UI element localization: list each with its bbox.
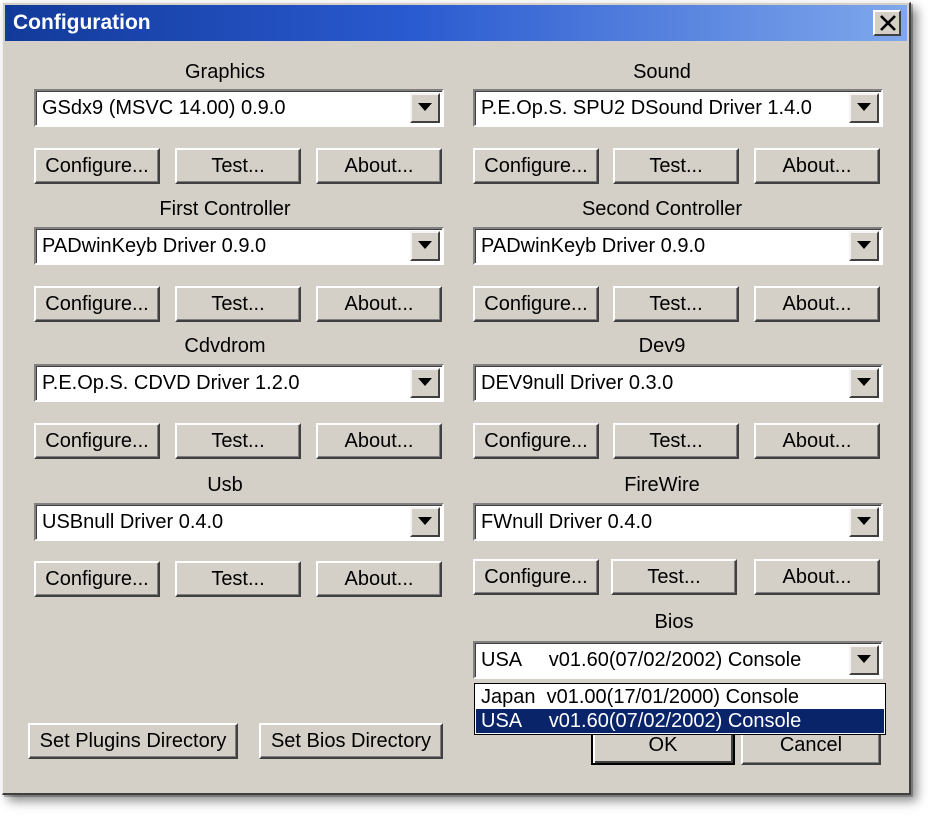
chevron-down-icon [418,103,432,111]
chevron-down-icon [857,103,871,111]
window-title: Configuration [13,11,151,34]
dev9-value: DEV9null Driver 0.3.0 [481,372,674,394]
usb-test-button[interactable]: Test... [175,561,301,597]
second-controller-about-button[interactable]: About... [754,286,880,322]
firewire-configure-button[interactable]: Configure... [473,559,599,595]
dev9-about-button[interactable]: About... [754,423,880,459]
sound-value: P.E.Op.S. SPU2 DSound Driver 1.4.0 [481,97,812,119]
second-controller-select[interactable]: PADwinKeyb Driver 0.9.0 [473,227,883,265]
usb-configure-button[interactable]: Configure... [34,561,160,597]
dev9-test-button[interactable]: Test... [613,423,739,459]
second-controller-configure-button[interactable]: Configure... [473,286,599,322]
close-icon [880,15,896,31]
cdvdrom-label: Cdvdrom [184,335,266,357]
chevron-down-icon [857,241,871,249]
second-controller-dropdown-button[interactable] [849,231,879,261]
graphics-label: Graphics [184,61,266,83]
set-bios-directory-button[interactable]: Set Bios Directory [259,723,443,759]
dev9-label: Dev9 [638,335,686,357]
set-plugins-directory-button[interactable]: Set Plugins Directory [28,723,238,759]
bios-label: Bios [654,611,694,633]
graphics-select[interactable]: GSdx9 (MSVC 14.00) 0.9.0 [34,89,444,127]
sound-configure-button[interactable]: Configure... [473,148,599,184]
first-controller-label: First Controller [159,198,291,220]
first-controller-select[interactable]: PADwinKeyb Driver 0.9.0 [34,227,444,265]
cdvdrom-configure-button[interactable]: Configure... [34,423,160,459]
chevron-down-icon [418,517,432,525]
usb-label: Usb [207,474,243,496]
second-controller-label: Second Controller [581,198,743,220]
usb-value: USBnull Driver 0.4.0 [42,511,224,533]
first-controller-about-button[interactable]: About... [316,286,442,322]
sound-label: Sound [633,61,691,83]
usb-select[interactable]: USBnull Driver 0.4.0 [34,503,444,541]
first-controller-value: PADwinKeyb Driver 0.9.0 [42,235,267,257]
dev9-configure-button[interactable]: Configure... [473,423,599,459]
usb-about-button[interactable]: About... [316,561,442,597]
firewire-test-button[interactable]: Test... [611,559,737,595]
chevron-down-icon [857,517,871,525]
bios-select[interactable]: USA v01.60(07/02/2002) Console [473,641,883,679]
chevron-down-icon [857,655,871,663]
cdvdrom-dropdown-button[interactable] [410,368,440,398]
firewire-dropdown-button[interactable] [849,507,879,537]
bios-dropdown-list: Japan v01.00(17/01/2000) Console USA v01… [474,683,886,735]
dev9-select[interactable]: DEV9null Driver 0.3.0 [473,364,883,402]
chevron-down-icon [418,241,432,249]
bios-option-usa[interactable]: USA v01.60(07/02/2002) Console [476,709,884,733]
cdvdrom-select[interactable]: P.E.Op.S. CDVD Driver 1.2.0 [34,364,444,402]
graphics-value: GSdx9 (MSVC 14.00) 0.9.0 [42,97,286,119]
bios-value: USA v01.60(07/02/2002) Console [481,649,802,671]
chevron-down-icon [418,378,432,386]
sound-select[interactable]: P.E.Op.S. SPU2 DSound Driver 1.4.0 [473,89,883,127]
firewire-value: FWnull Driver 0.4.0 [481,511,653,533]
second-controller-test-button[interactable]: Test... [613,286,739,322]
close-button[interactable] [873,10,901,36]
cdvdrom-test-button[interactable]: Test... [175,423,301,459]
sound-test-button[interactable]: Test... [613,148,739,184]
chevron-down-icon [857,378,871,386]
cdvdrom-value: P.E.Op.S. CDVD Driver 1.2.0 [42,372,300,394]
usb-dropdown-button[interactable] [410,507,440,537]
graphics-about-button[interactable]: About... [316,148,442,184]
title-bar[interactable]: Configuration [5,5,907,41]
graphics-dropdown-button[interactable] [410,93,440,123]
firewire-label: FireWire [624,474,700,496]
first-controller-dropdown-button[interactable] [410,231,440,261]
sound-dropdown-button[interactable] [849,93,879,123]
dev9-dropdown-button[interactable] [849,368,879,398]
graphics-test-button[interactable]: Test... [175,148,301,184]
graphics-configure-button[interactable]: Configure... [34,148,160,184]
sound-about-button[interactable]: About... [754,148,880,184]
firewire-about-button[interactable]: About... [754,559,880,595]
second-controller-value: PADwinKeyb Driver 0.9.0 [481,235,706,257]
firewire-select[interactable]: FWnull Driver 0.4.0 [473,503,883,541]
configuration-dialog: Configuration Graphics GSdx9 (MSVC 14.00… [2,2,911,795]
bios-dropdown-button[interactable] [849,645,879,675]
first-controller-test-button[interactable]: Test... [175,286,301,322]
bios-option-japan[interactable]: Japan v01.00(17/01/2000) Console [476,685,884,709]
first-controller-configure-button[interactable]: Configure... [34,286,160,322]
cdvdrom-about-button[interactable]: About... [316,423,442,459]
